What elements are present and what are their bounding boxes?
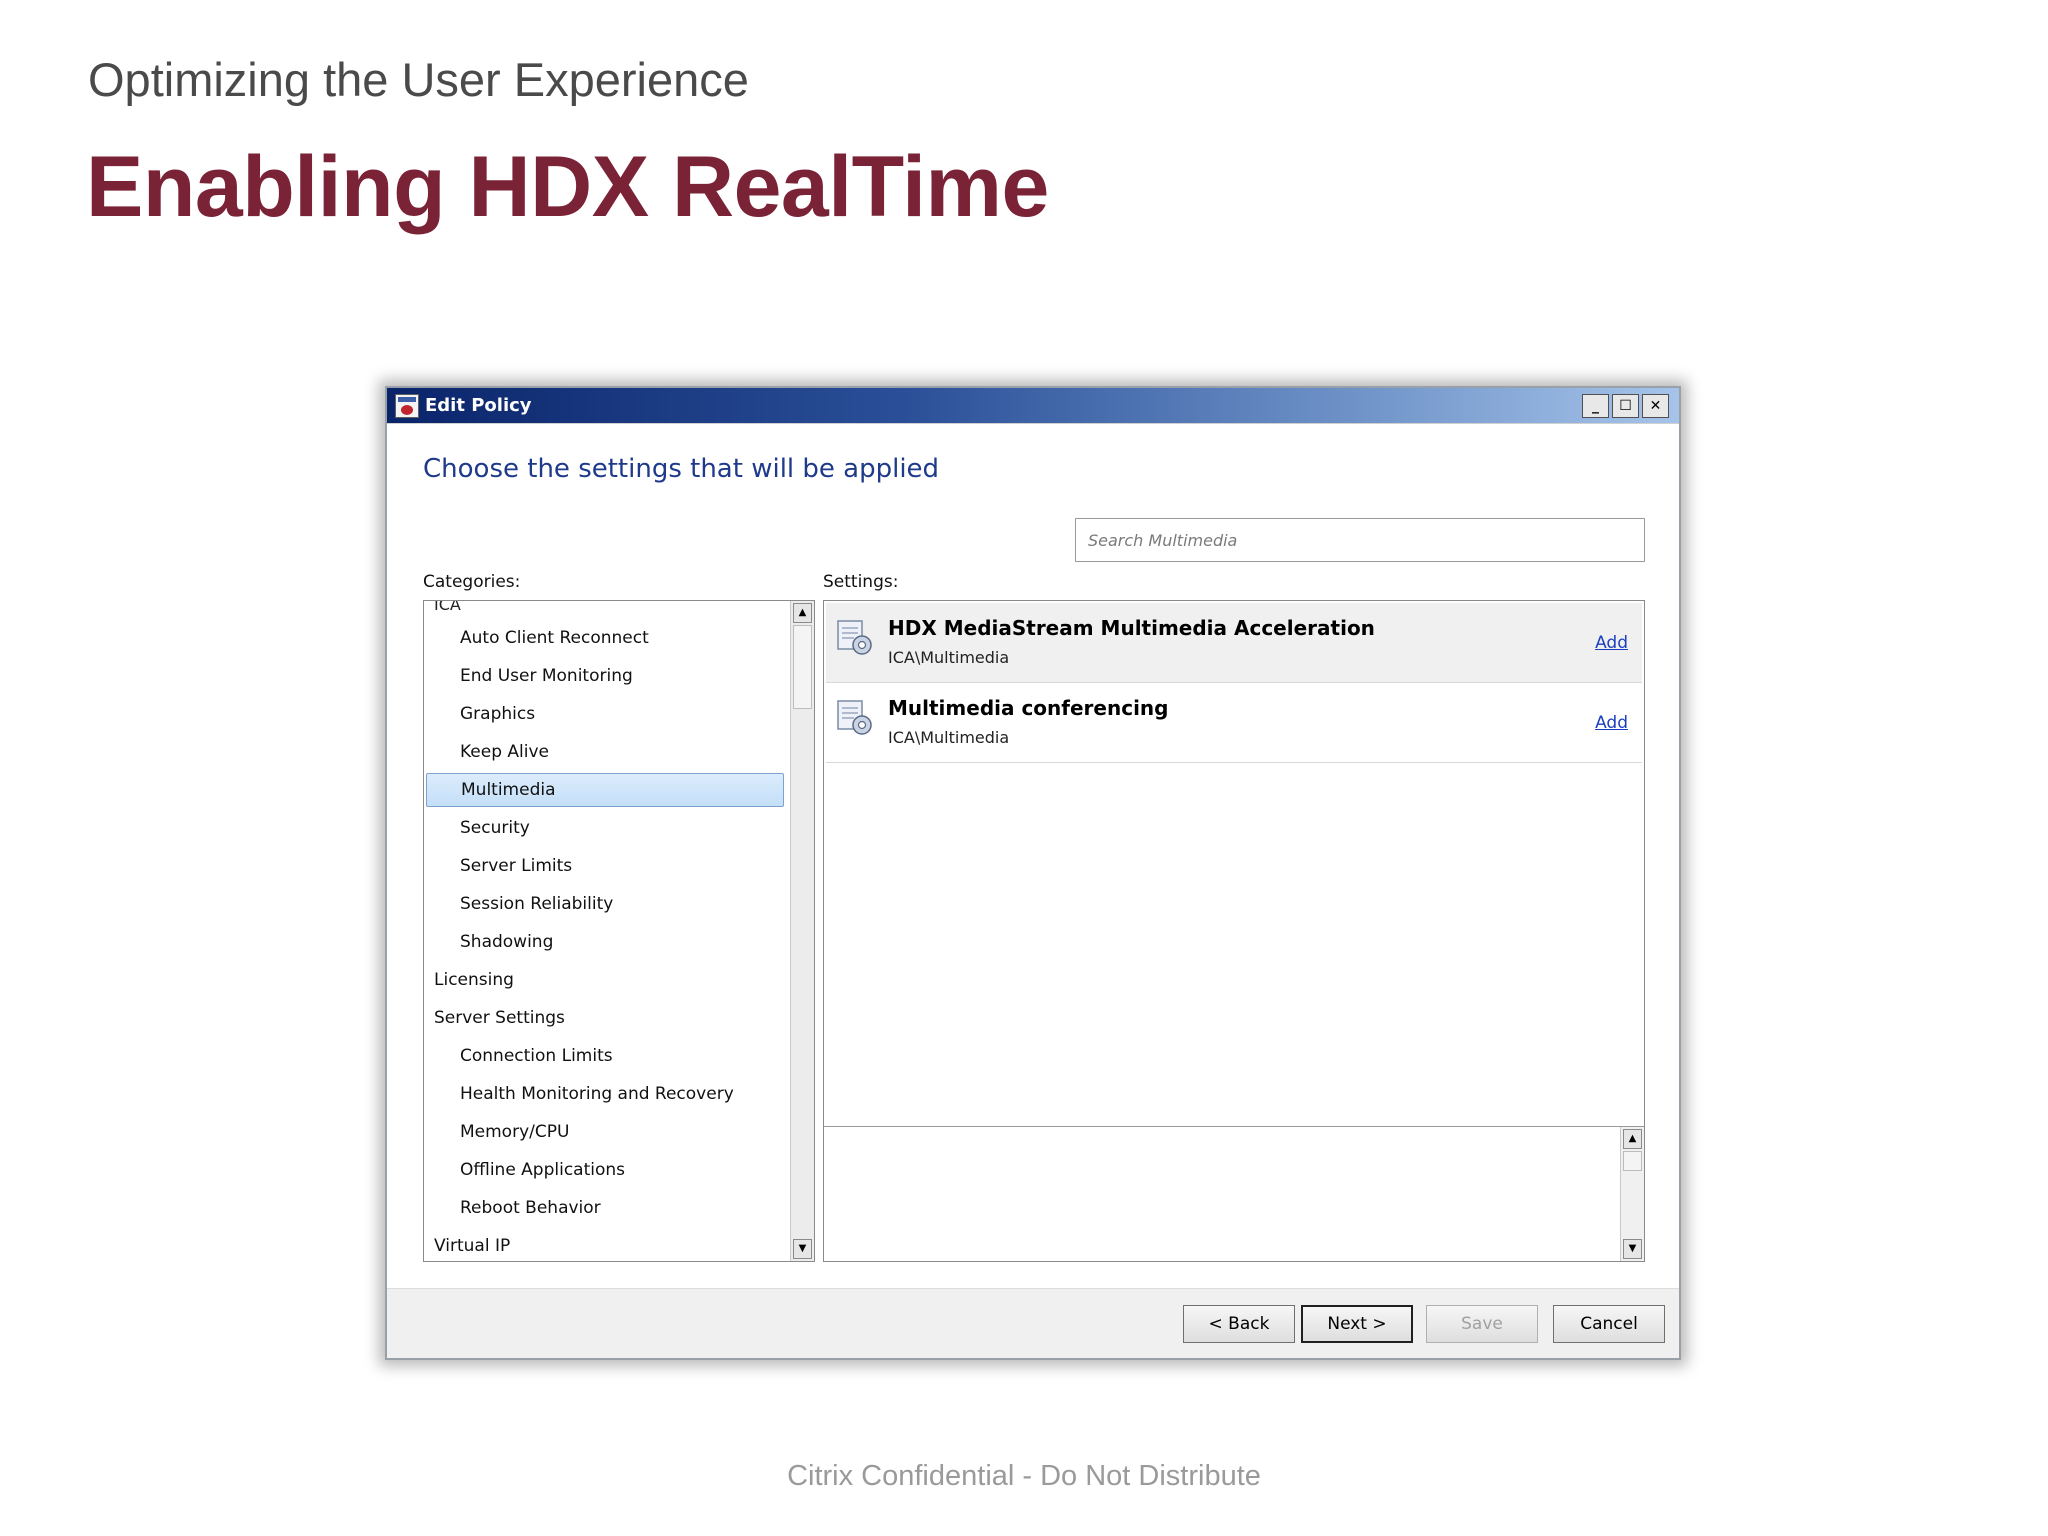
category-item[interactable]: End User Monitoring: [426, 659, 784, 693]
category-item[interactable]: Keep Alive: [426, 735, 784, 769]
setting-gear-icon: [836, 697, 874, 737]
dialog-button-bar: < Back Next > Save Cancel: [387, 1288, 1679, 1358]
search-field[interactable]: [1075, 518, 1645, 562]
category-item[interactable]: Security: [426, 811, 784, 845]
dialog-heading: Choose the settings that will be applied: [423, 454, 940, 484]
search-input[interactable]: [1076, 519, 1644, 561]
slide-subtitle: Optimizing the User Experience: [88, 53, 749, 106]
category-item[interactable]: Connection Limits: [426, 1039, 784, 1073]
minimize-button[interactable]: _: [1582, 394, 1609, 418]
setting-name: Multimedia conferencing: [888, 696, 1169, 720]
category-item[interactable]: Server Settings: [426, 1001, 784, 1035]
window-controls: _ ☐ ✕: [1582, 394, 1669, 418]
policy-app-icon: [395, 394, 419, 418]
description-scrollbar[interactable]: ▲ ▼: [1620, 1127, 1644, 1261]
categories-scrollbar[interactable]: ▲ ▼: [790, 601, 814, 1261]
category-item[interactable]: Graphics: [426, 697, 784, 731]
category-item[interactable]: Shadowing: [426, 925, 784, 959]
settings-label: Settings:: [823, 572, 899, 592]
scroll-up-arrow-icon[interactable]: ▲: [793, 603, 812, 623]
close-button[interactable]: ✕: [1642, 394, 1669, 418]
category-item[interactable]: Virtual IP: [426, 1229, 784, 1261]
edit-policy-window: Edit Policy _ ☐ ✕ Choose the settings th…: [385, 386, 1681, 1360]
scroll-thumb[interactable]: [793, 625, 812, 709]
cancel-button[interactable]: Cancel: [1553, 1305, 1665, 1343]
scroll-thumb[interactable]: [1623, 1151, 1642, 1171]
setting-name: HDX MediaStream Multimedia Acceleration: [888, 616, 1375, 640]
save-button[interactable]: Save: [1426, 1305, 1538, 1343]
category-item[interactable]: Auto Client Reconnect: [426, 621, 784, 655]
add-setting-link[interactable]: Add: [1595, 633, 1628, 653]
category-item[interactable]: Reboot Behavior: [426, 1191, 784, 1225]
settings-list[interactable]: HDX MediaStream Multimedia Acceleration I…: [823, 600, 1645, 1262]
categories-label: Categories:: [423, 572, 521, 592]
slide-title: Enabling HDX RealTime: [86, 139, 1049, 235]
category-item[interactable]: Session Reliability: [426, 887, 784, 921]
category-item[interactable]: Offline Applications: [426, 1153, 784, 1187]
title-bar[interactable]: Edit Policy _ ☐ ✕: [387, 388, 1679, 424]
setting-description-pane: ▲ ▼: [824, 1126, 1644, 1261]
setting-path: ICA\Multimedia: [888, 728, 1010, 747]
setting-path: ICA\Multimedia: [888, 648, 1010, 667]
setting-row[interactable]: HDX MediaStream Multimedia Acceleration I…: [826, 603, 1642, 683]
categories-list[interactable]: ICA Auto Client Reconnect End User Monito…: [423, 600, 815, 1262]
category-item[interactable]: Server Limits: [426, 849, 784, 883]
scroll-up-arrow-icon[interactable]: ▲: [1623, 1129, 1642, 1149]
category-item[interactable]: Licensing: [426, 963, 784, 997]
category-item[interactable]: Health Monitoring and Recovery: [426, 1077, 784, 1111]
next-button[interactable]: Next >: [1301, 1305, 1413, 1343]
maximize-button[interactable]: ☐: [1612, 394, 1639, 418]
back-button[interactable]: < Back: [1183, 1305, 1295, 1343]
category-item[interactable]: Multimedia: [426, 773, 784, 807]
category-ica-partial[interactable]: ICA: [434, 601, 461, 614]
add-setting-link[interactable]: Add: [1595, 713, 1628, 733]
setting-gear-icon: [836, 617, 874, 657]
category-item[interactable]: Memory/CPU: [426, 1115, 784, 1149]
window-title: Edit Policy: [425, 395, 532, 416]
scroll-down-arrow-icon[interactable]: ▼: [1623, 1239, 1642, 1259]
scroll-down-arrow-icon[interactable]: ▼: [793, 1239, 812, 1259]
slide-footer: Citrix Confidential - Do Not Distribute: [787, 1460, 1261, 1492]
setting-row[interactable]: Multimedia conferencing ICA\Multimedia Add: [826, 683, 1642, 763]
